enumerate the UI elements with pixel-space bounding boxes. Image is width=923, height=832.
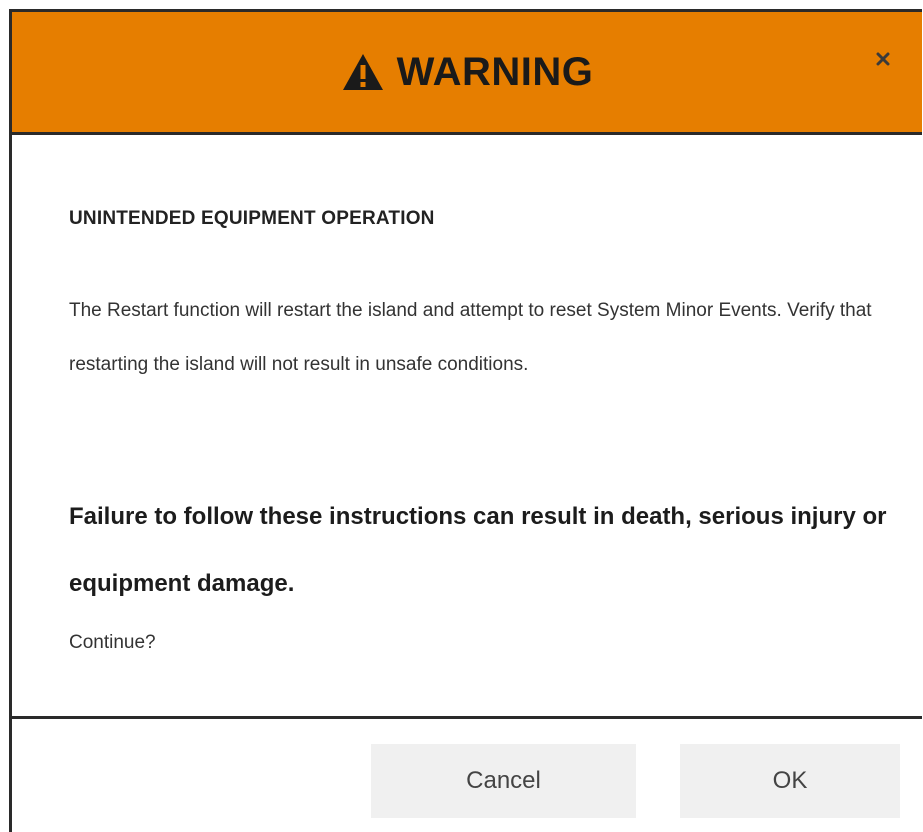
warning-dialog: WARNING UNINTENDED EQUIPMENT OPERATION T… <box>9 9 922 832</box>
dialog-title-bar: WARNING <box>12 12 922 132</box>
critical-warning-text: Failure to follow these instructions can… <box>69 503 887 597</box>
warning-triangle-icon <box>342 54 383 90</box>
cancel-button[interactable]: Cancel <box>371 744 636 818</box>
dialog-header: WARNING <box>12 12 922 135</box>
close-icon[interactable] <box>870 46 896 72</box>
dialog-title: WARNING <box>396 49 594 94</box>
continue-prompt: Continue? <box>69 632 156 653</box>
ok-button[interactable]: OK <box>680 744 900 818</box>
dialog-footer: Cancel OK <box>12 716 922 832</box>
dialog-message: The Restart function will restart the is… <box>69 300 872 375</box>
dialog-subtitle: UNINTENDED EQUIPMENT OPERATION <box>69 208 435 229</box>
